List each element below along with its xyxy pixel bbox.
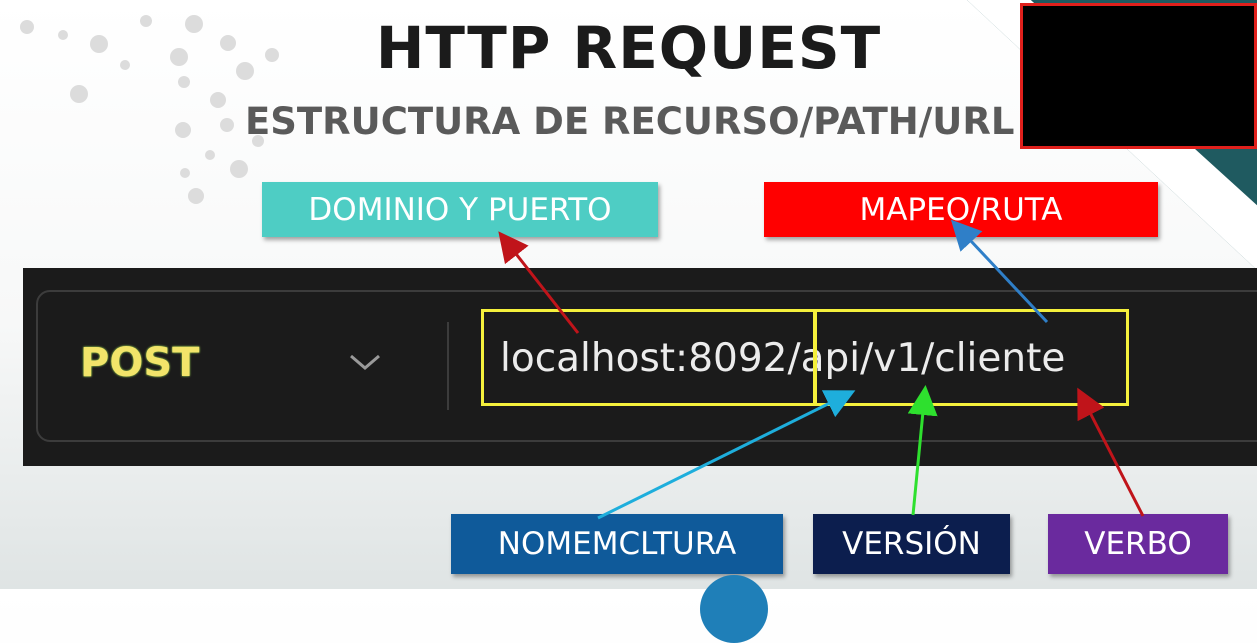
label-dominio-puerto: DOMINIO Y PUERTO [262,182,658,237]
decorative-circle [700,575,768,643]
chevron-down-icon[interactable] [348,352,382,372]
label-version: VERSIÓN [813,514,1010,574]
label-verbo: VERBO [1048,514,1228,574]
highlight-domain-box [481,309,817,406]
webcam-overlay [1020,3,1257,149]
highlight-path-box [813,309,1129,406]
label-mapeo-ruta: MAPEO/RUTA [764,182,1158,237]
http-method-select[interactable]: POST [80,340,199,386]
method-divider [447,322,449,410]
label-nomenclatura: NOMEMCLTURA [451,514,783,574]
slide-subtitle: ESTRUCTURA DE RECURSO/PATH/URL [245,100,1015,143]
